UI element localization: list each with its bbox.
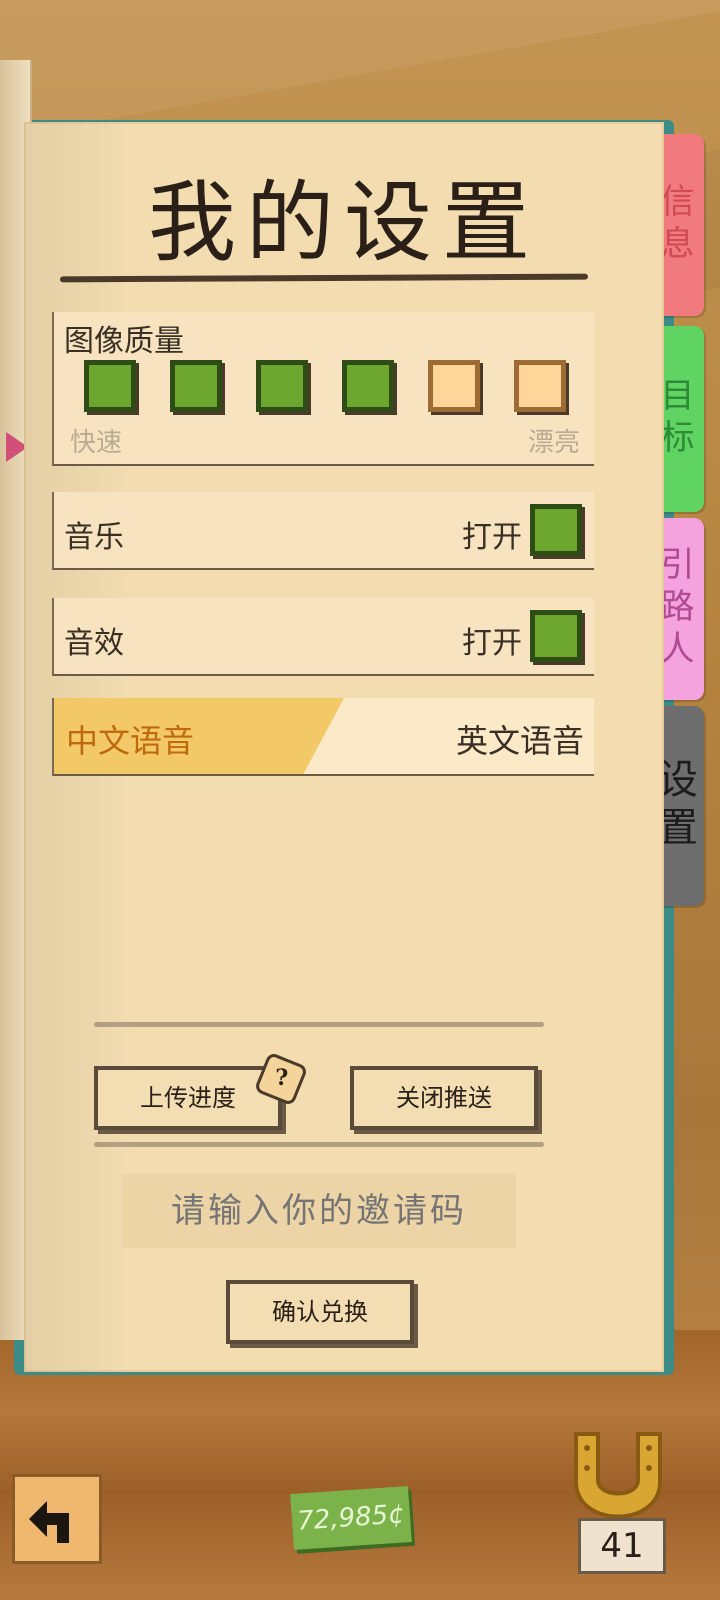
sfx-setting: 音效 打开 xyxy=(52,598,594,676)
back-button[interactable] xyxy=(12,1474,102,1564)
disable-push-button[interactable]: 关闭推送 xyxy=(350,1066,538,1130)
quality-level-4[interactable] xyxy=(342,360,394,412)
music-state: 打开 xyxy=(462,520,522,555)
upload-progress-button[interactable]: 上传进度 xyxy=(94,1066,282,1130)
invite-code-input[interactable] xyxy=(122,1174,516,1248)
divider xyxy=(94,1142,544,1147)
quality-level-3[interactable] xyxy=(256,360,308,412)
music-toggle[interactable] xyxy=(530,504,582,556)
quality-level-6[interactable] xyxy=(514,360,566,412)
voice-language-setting: 中文语音 英文语音 xyxy=(52,698,594,776)
quality-level-2[interactable] xyxy=(170,360,222,412)
english-voice-option[interactable]: 英文语音 xyxy=(456,716,584,762)
music-setting: 音乐 打开 xyxy=(52,492,594,570)
page-title: 我的设置 xyxy=(147,171,540,274)
divider xyxy=(94,1022,544,1027)
music-label: 音乐 xyxy=(64,520,124,555)
back-arrow-icon xyxy=(29,1501,69,1543)
confirm-redeem-button[interactable]: 确认兑换 xyxy=(226,1280,414,1344)
quality-level-1[interactable] xyxy=(84,360,136,412)
image-quality-setting: 图像质量 快速 漂亮 xyxy=(52,312,594,466)
sfx-state: 打开 xyxy=(462,626,522,661)
sfx-label: 音效 xyxy=(64,626,124,661)
money-counter: 72,985¢ xyxy=(290,1485,412,1551)
sfx-toggle[interactable] xyxy=(530,610,582,662)
horseshoe-count: 41 xyxy=(578,1518,666,1574)
quality-fast-label: 快速 xyxy=(70,428,123,458)
quality-level-5[interactable] xyxy=(428,360,480,412)
question-icon: ? xyxy=(274,1065,288,1092)
settings-page: 我的设置 图像质量 快速 漂亮 音乐 打开 音效 打开 中文语音 英文语音 上传… xyxy=(24,122,664,1372)
quality-pretty-label: 漂亮 xyxy=(527,428,580,458)
image-quality-label: 图像质量 xyxy=(64,324,184,359)
chinese-voice-option[interactable]: 中文语音 xyxy=(66,716,194,762)
